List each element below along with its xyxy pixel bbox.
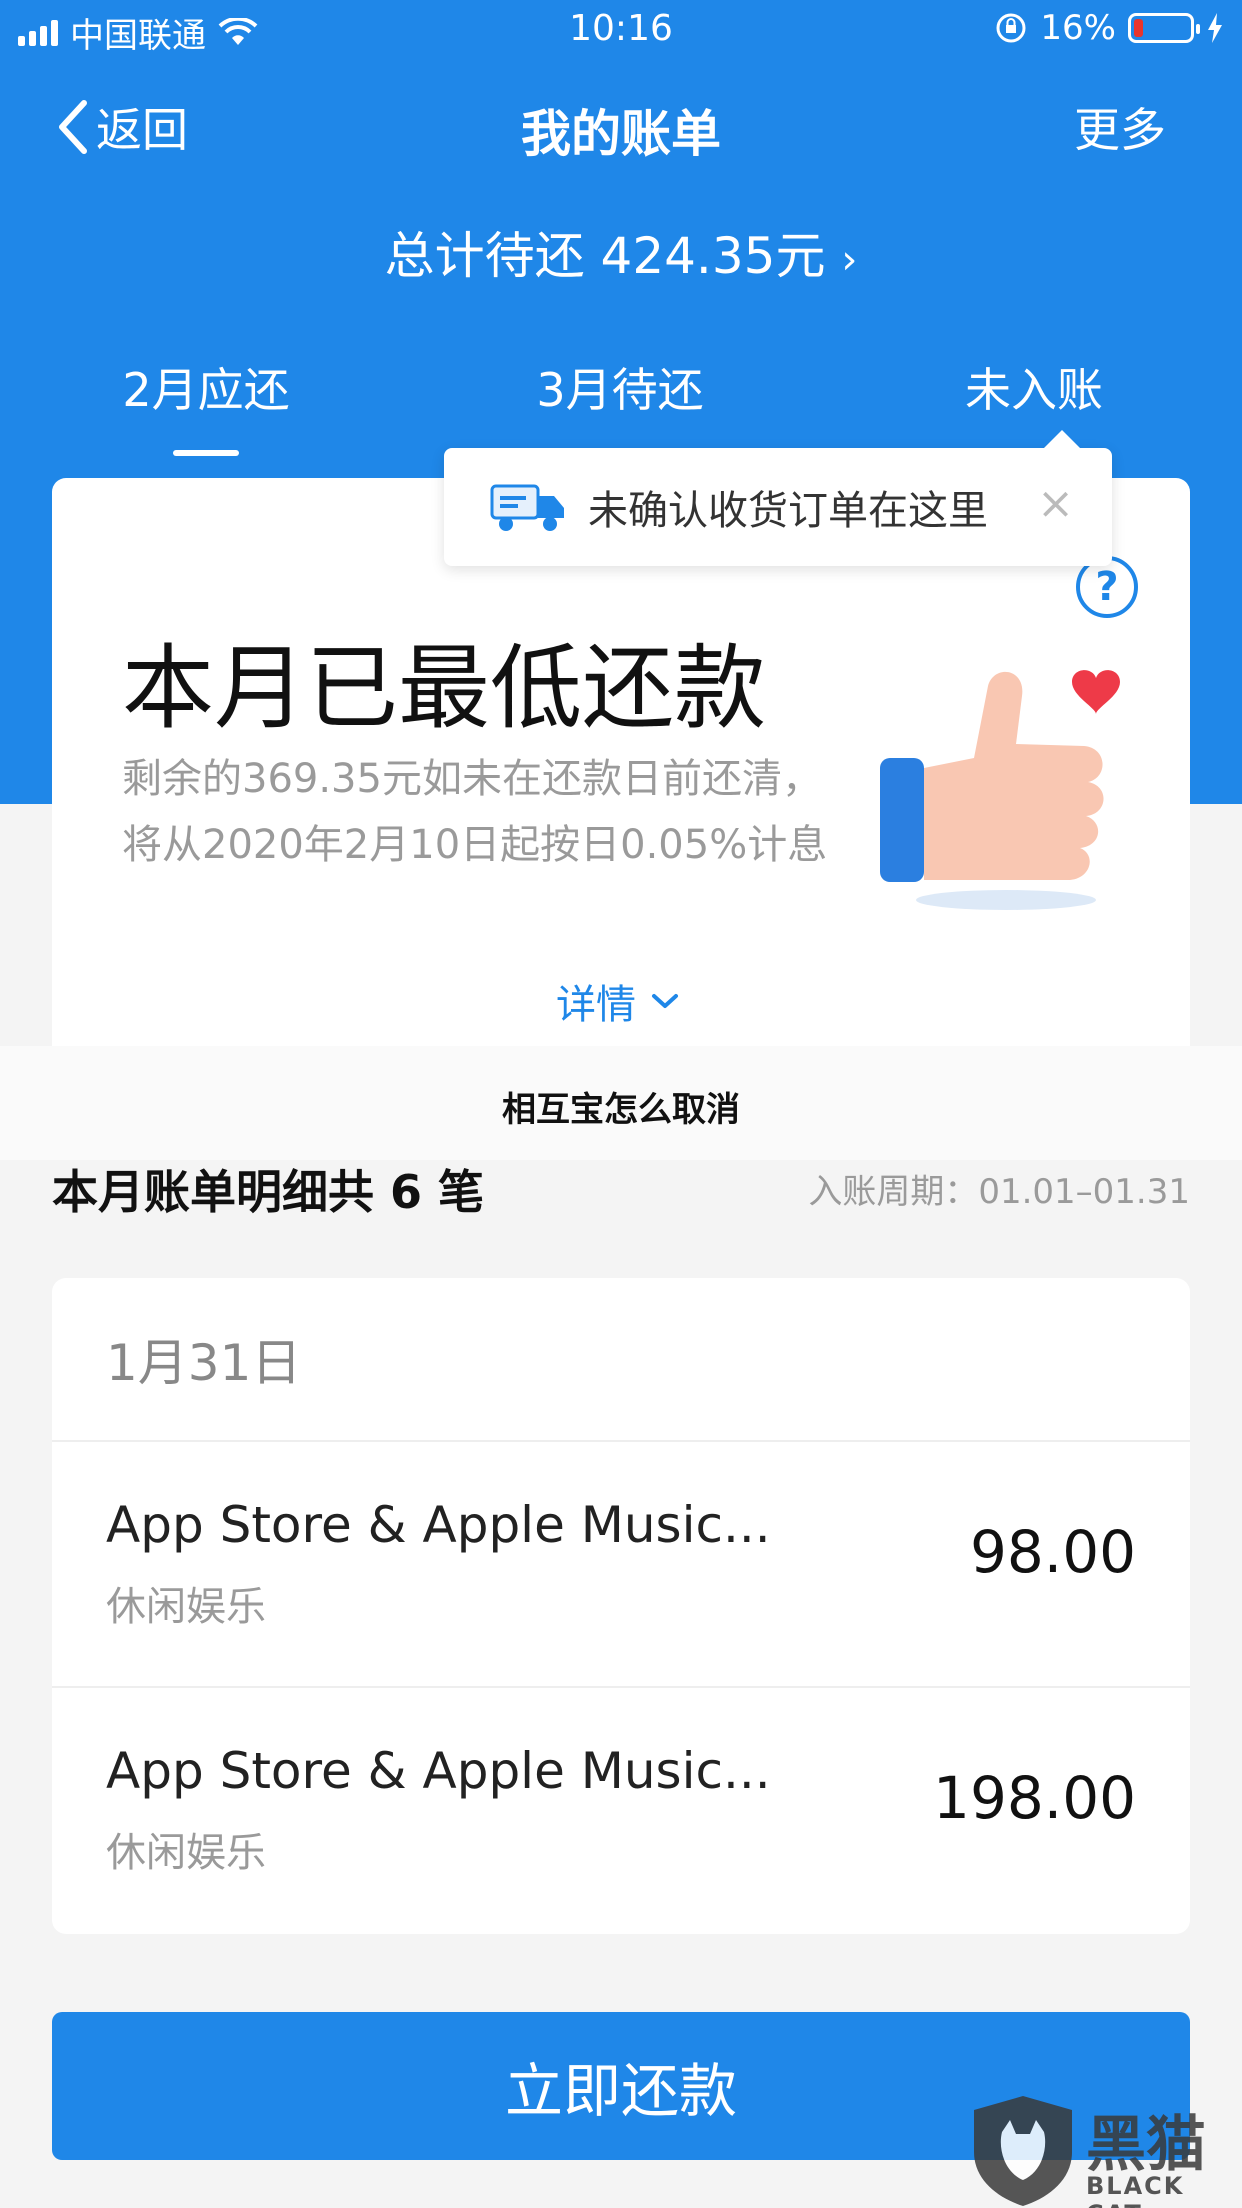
transaction-row[interactable]: App Store & Apple Music... 休闲娱乐 98.00 [52,1442,1190,1688]
black-cat-watermark: 黑猫 BLACK CAT [968,2092,1238,2208]
thumbs-up-icon [880,670,1120,910]
tab-label: 2月应还 [122,363,290,417]
watermark-en: BLACK CAT [1086,2172,1185,2208]
more-button[interactable]: 更多 [1074,94,1166,160]
tooltip-text: 未确认收货订单在这里 [588,488,988,534]
merchant-name: App Store & Apple Music... [106,1742,771,1800]
transaction-category: 休闲娱乐 [106,1584,266,1630]
tab-label: 3月待还 [536,363,704,417]
detail-toggle[interactable]: 详情 [556,972,680,1030]
page-title: 我的账单 [521,105,721,163]
billing-period: 入账周期：01.01–01.31 [808,1172,1190,1212]
status-bar: 中国联通 10:16 16% [0,0,1242,62]
caption-text: 相互宝怎么取消 [502,1090,740,1130]
bill-section-title: 本月账单明细共 6 笔 [52,1165,485,1219]
chevron-right-icon: › [841,237,858,283]
unconfirmed-orders-tooltip[interactable]: 未确认收货订单在这里 × [444,430,1112,566]
repayment-status-title: 本月已最低还款 [122,635,767,742]
battery-icon [1128,13,1200,43]
transaction-amount: 98.00 [969,1518,1136,1586]
total-due-link[interactable]: 总计待还 424.35元 › [0,216,1242,288]
repayment-status-description: 剩余的369.35元如未在还款日前还清，将从2020年2月10日起按日0.05%… [122,756,828,868]
delivery-truck-icon [490,484,564,531]
tab-february-due[interactable]: 2月应还 [56,354,356,456]
watermark-cn: 黑猫 [1086,2110,1206,2180]
detail-label: 详情 [556,982,636,1028]
charging-icon [1208,13,1222,43]
battery-percent: 16% [1040,8,1116,48]
transaction-row[interactable]: App Store & Apple Music... 休闲娱乐 198.00 [52,1688,1190,1934]
cat-shield-logo-icon [974,2096,1072,2206]
close-icon[interactable]: × [1037,482,1074,526]
transactions-card: 1月31日 App Store & Apple Music... 休闲娱乐 98… [52,1278,1190,1934]
transaction-category: 休闲娱乐 [106,1830,266,1876]
active-tab-indicator [173,450,239,456]
caption-banner: 相互宝怎么取消 [0,1046,1242,1160]
transaction-amount: 198.00 [933,1764,1136,1832]
rotation-lock-icon [996,13,1026,43]
tab-label: 未入账 [965,363,1103,417]
chevron-down-icon [652,994,678,1008]
date-header: 1月31日 [52,1278,1190,1442]
total-due-text: 总计待还 424.35元 [384,227,826,285]
tab-unposted[interactable]: 未入账 [884,354,1184,420]
nav-bar: 返回 我的账单 更多 [0,80,1242,180]
tab-march-pending[interactable]: 3月待还 [470,354,770,420]
merchant-name: App Store & Apple Music... [106,1496,771,1554]
